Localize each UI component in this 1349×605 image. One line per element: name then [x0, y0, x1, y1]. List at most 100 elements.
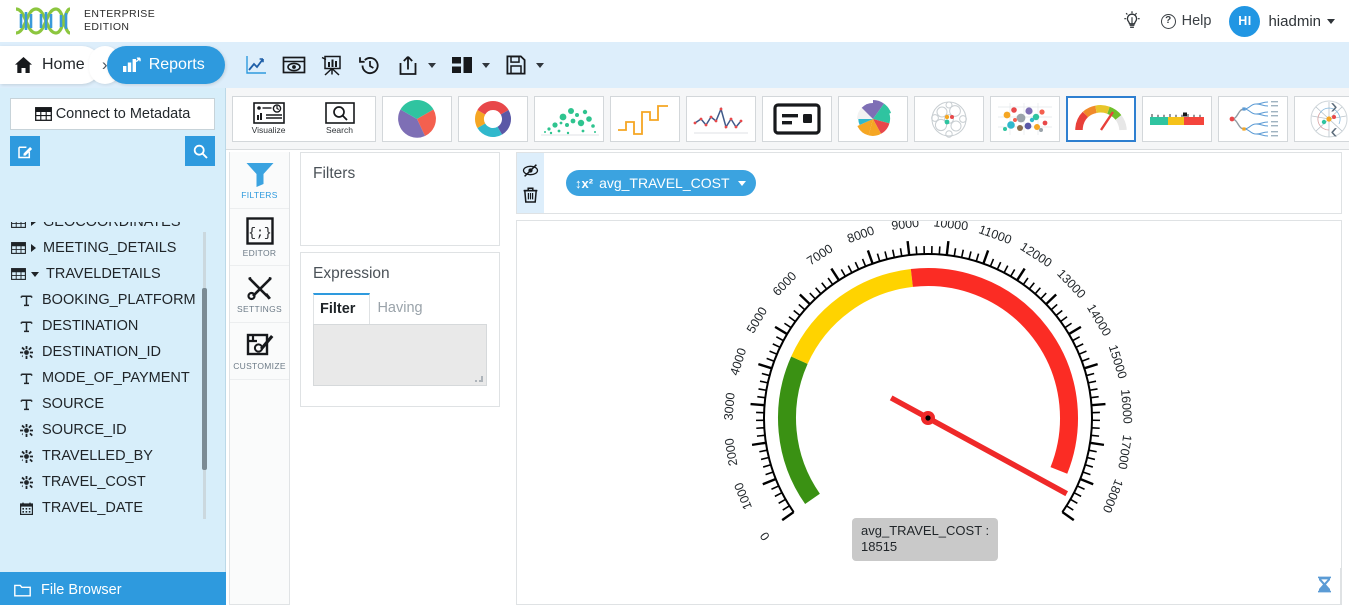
layout-button[interactable]: [445, 48, 495, 82]
tab-having[interactable]: Having: [370, 293, 437, 324]
measure-chip-avg-travel-cost[interactable]: ↕x² avg_TRAVEL_COST: [566, 170, 756, 196]
gauge-minor-tick: [1066, 505, 1074, 511]
gauge-minor-tick: [1009, 269, 1016, 277]
gauge-major-tick: [830, 267, 840, 281]
gauge-tick-label: 8000: [845, 223, 876, 246]
metadata-tree: GEOCOORDINATES MEETING_DETAILS TRAVELDETAI…: [0, 222, 226, 519]
gauge-tick-label: 12000: [1018, 240, 1055, 271]
gauge-major-tick: [1061, 511, 1075, 522]
history-clock-icon[interactable]: [353, 48, 387, 82]
lightbulb-icon[interactable]: [1121, 9, 1143, 33]
gauge-tick-label: 0: [757, 529, 772, 543]
rail-item-customize[interactable]: CUSTOMIZE: [230, 323, 289, 380]
tree-item-meeting-details[interactable]: MEETING_DETAILS: [0, 235, 226, 261]
tree-item-travelled-by[interactable]: TRAVELLED_BY: [0, 443, 226, 469]
gauge-minor-tick: [953, 248, 957, 257]
tree-item-destination-id[interactable]: DESTINATION_ID: [0, 339, 226, 365]
gauge-minor-tick: [1073, 492, 1082, 498]
avatar: HI: [1229, 5, 1261, 37]
bubble-scatter-chart-type[interactable]: [534, 95, 604, 142]
tree-scrollbar-thumb[interactable]: [202, 288, 207, 470]
numeric-field-icon: [18, 475, 35, 489]
step-line-chart-type[interactable]: [610, 95, 680, 142]
expression-textarea[interactable]: [313, 324, 487, 386]
tree-item-travel-cost[interactable]: TRAVEL_COST: [0, 469, 226, 495]
gauge-major-tick: [1068, 325, 1082, 336]
bullet-chart-type[interactable]: [1142, 95, 1212, 142]
nightingale-rose-chart-type[interactable]: [838, 95, 908, 142]
search-icon[interactable]: [185, 136, 215, 166]
breadcrumb-item-home[interactable]: Home: [0, 46, 101, 84]
sidebar-item-file-browser[interactable]: File Browser: [0, 572, 226, 605]
text-field-icon: [18, 320, 35, 333]
circle-packing-chart-type[interactable]: [914, 95, 984, 142]
easel-chart-icon[interactable]: [315, 48, 349, 82]
save-button[interactable]: [499, 48, 549, 82]
question-circle-icon: ?: [1160, 13, 1176, 29]
gauge-minor-tick: [891, 249, 896, 258]
line-chart-icon[interactable]: [239, 48, 273, 82]
gauge-band-green: [778, 356, 820, 505]
gauge-minor-tick: [1089, 388, 1098, 392]
gauge-tick-label: 1000: [732, 480, 755, 511]
rail-item-settings[interactable]: SETTINGS: [230, 266, 289, 323]
gauge-minor-tick: [761, 372, 770, 377]
search-button[interactable]: Search: [304, 97, 375, 141]
tree-item-destination[interactable]: DESTINATION: [0, 313, 226, 339]
chevron-down-icon: [1327, 18, 1335, 24]
gauge-minor-tick: [771, 485, 780, 490]
tab-filter[interactable]: Filter: [313, 293, 371, 324]
preview-eye-icon[interactable]: [277, 48, 311, 82]
rail-item-filters[interactable]: FILTERS: [230, 152, 289, 209]
chevron-left-icon[interactable]: ‹: [1323, 120, 1345, 144]
chevron-right-icon[interactable]: ›: [1323, 95, 1345, 119]
chevron-right-icon[interactable]: [31, 222, 36, 226]
help-button[interactable]: ? Help: [1160, 13, 1211, 29]
gauge-major-tick: [906, 241, 911, 256]
gauge-minor-tick: [968, 251, 972, 260]
expression-panel-title: Expression: [313, 265, 390, 282]
trash-icon[interactable]: [523, 186, 538, 203]
scatter-plot-chart-type[interactable]: [990, 95, 1060, 142]
gauge-minor-tick: [1060, 316, 1068, 323]
tree-item-traveldetails[interactable]: TRAVELDETAILS: [0, 261, 226, 287]
text-field-icon: [18, 372, 35, 385]
tree-item-source[interactable]: SOURCE: [0, 391, 226, 417]
tree-item-booking-platform[interactable]: BOOKING_PLATFORM: [0, 287, 226, 313]
gauge-minor-tick: [769, 350, 778, 355]
breadcrumb-home-label: Home: [42, 56, 85, 73]
nav-toolbar: [239, 48, 549, 82]
donut-chart-type[interactable]: [458, 95, 528, 142]
gauge-chart-type[interactable]: [1066, 95, 1136, 142]
tree-item-geocoordinates[interactable]: GEOCOORDINATES: [0, 222, 226, 235]
sort-x-squared-icon: ↕x²: [575, 175, 594, 191]
visualize-button[interactable]: Visualize: [233, 97, 304, 141]
tree-item-label: TRAVEL_DATE: [42, 500, 143, 516]
resize-grip-icon[interactable]: [475, 374, 484, 383]
user-menu[interactable]: HI hiadmin: [1229, 5, 1335, 37]
gauge-minor-tick: [1076, 485, 1085, 490]
measure-shelf: ↕x² avg_TRAVEL_COST: [516, 152, 1342, 214]
kpi-card-chart-type[interactable]: [762, 95, 832, 142]
tree-item-source-id[interactable]: SOURCE_ID: [0, 417, 226, 443]
gauge-major-tick: [781, 511, 795, 522]
tree-item-mode-of-payment[interactable]: MODE_OF_PAYMENT: [0, 365, 226, 391]
export-button[interactable]: [391, 48, 441, 82]
chevron-down-icon[interactable]: [31, 271, 39, 277]
spline-chart-type[interactable]: [686, 95, 756, 142]
tree-item-label: TRAVELLED_BY: [42, 448, 153, 464]
eye-slash-icon[interactable]: [522, 163, 539, 178]
pie-chart-type[interactable]: [382, 95, 452, 142]
breadcrumb-item-reports[interactable]: Reports: [106, 46, 225, 84]
tree-item-travel-date[interactable]: TRAVEL_DATE: [0, 495, 226, 519]
edit-pencil-icon[interactable]: [10, 136, 40, 166]
chevron-right-icon[interactable]: [31, 244, 36, 252]
dendrogram-chart-type[interactable]: [1218, 95, 1288, 142]
rail-item-editor[interactable]: {;} EDITOR: [230, 209, 289, 266]
connect-to-metadata-button[interactable]: Connect to Metadata: [10, 98, 215, 130]
chart-type-strip: Visualize Search: [226, 88, 1349, 150]
hourglass-icon[interactable]: [1317, 576, 1332, 598]
gauge-major-tick: [1079, 477, 1094, 486]
gauge-band-red: [910, 268, 1078, 474]
gauge-band-yellow: [791, 268, 914, 365]
